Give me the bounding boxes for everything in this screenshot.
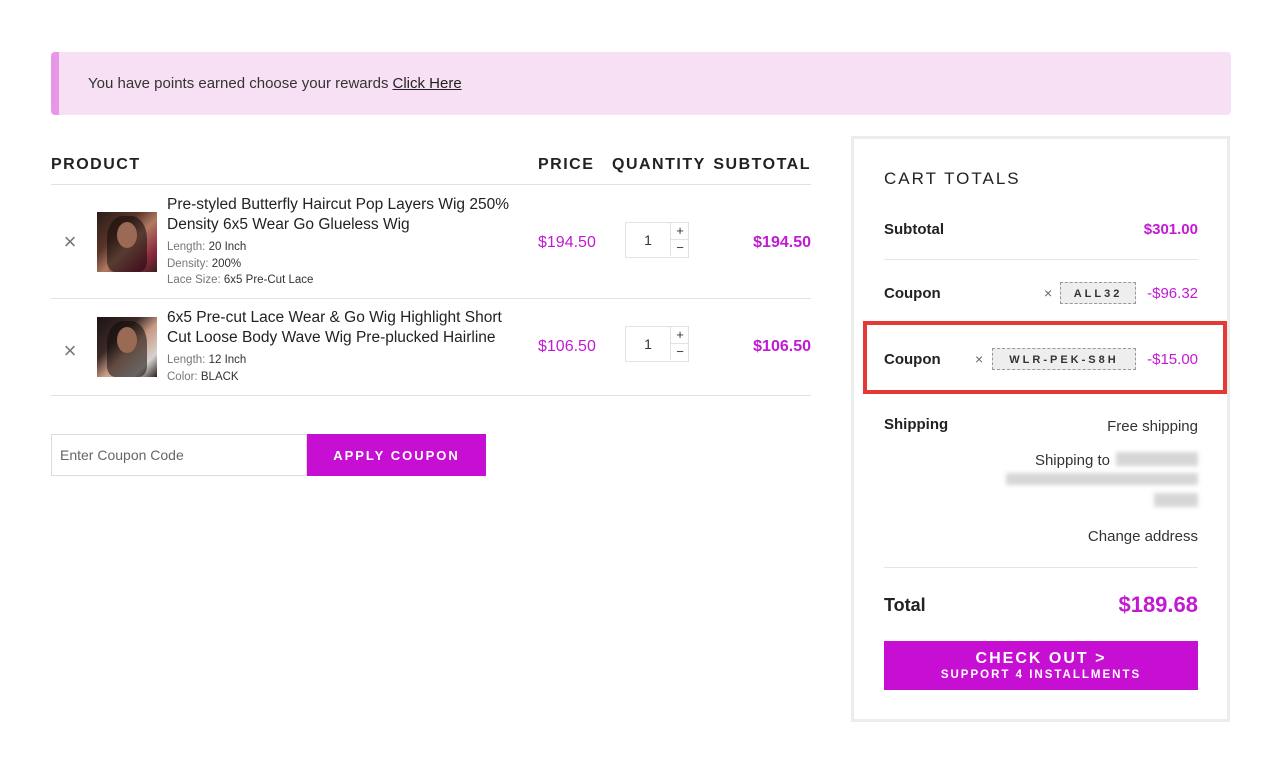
item-subtotal: $194.50 (753, 234, 811, 251)
remove-coupon-icon[interactable]: × (1044, 285, 1052, 301)
quantity-stepper[interactable]: 1 + − (625, 222, 689, 258)
item-subtotal: $106.50 (753, 338, 811, 355)
attr-value: 20 Inch (208, 241, 247, 253)
divider (884, 567, 1198, 568)
subtotal-label: Subtotal (884, 221, 944, 238)
product-attributes: Length: 20 Inch Density: 200% Lace Size:… (167, 239, 313, 289)
attr-label: Color: (167, 370, 198, 383)
rewards-link[interactable]: Click Here (392, 75, 461, 92)
coupon-label: Coupon (884, 285, 941, 302)
attr-length: Length: 20 Inch (167, 239, 313, 256)
coupon-amount: -$96.32 (1147, 285, 1198, 302)
attr-label: Density: (167, 257, 209, 270)
quantity-plus-button[interactable]: + (670, 327, 689, 344)
attr-label: Lace Size: (167, 274, 221, 286)
shipping-to-label: Shipping to (1034, 452, 1110, 469)
coupon-code-input[interactable] (51, 434, 307, 476)
attr-value: BLACK (200, 370, 239, 383)
attr-length: Length: 12 Inch (167, 352, 246, 369)
attr-value: 200% (211, 257, 242, 270)
installments-label: SUPPORT 4 INSTALLMENTS (940, 668, 1142, 681)
product-attributes: Length: 12 Inch Color: BLACK (167, 352, 246, 385)
attr-value: 6x5 Pre-Cut Lace (223, 274, 314, 286)
remove-item-icon[interactable]: × (61, 340, 79, 362)
product-name[interactable]: 6x5 Pre-cut Lace Wear & Go Wig Highlight… (167, 308, 527, 348)
item-price: $106.50 (538, 338, 596, 355)
divider (884, 259, 1198, 260)
attr-density: Density: 200% (167, 256, 313, 273)
shipping-row: Shipping Free shipping Shipping to Chang… (884, 416, 1198, 556)
header-product: PRODUCT (51, 156, 141, 173)
thumbnail-face (117, 327, 137, 353)
quantity-plus-button[interactable]: + (670, 223, 689, 240)
rewards-notice-text: You have points earned choose your rewar… (88, 75, 389, 92)
redacted-address (1006, 473, 1198, 485)
item-price: $194.50 (538, 234, 596, 251)
product-name[interactable]: Pre-styled Butterfly Haircut Pop Layers … (167, 195, 527, 235)
change-address-link[interactable]: Change address (1088, 528, 1198, 545)
header-price: PRICE (538, 156, 595, 173)
product-thumbnail[interactable] (97, 317, 157, 377)
subtotal-value: $301.00 (1143, 221, 1198, 238)
cart-table: PRODUCT PRICE QUANTITY SUBTOTAL × Pre-st… (51, 140, 811, 396)
coupon-code-badge: ALL32 (1060, 282, 1136, 304)
total-label: Total (884, 595, 926, 615)
attr-value: 12 Inch (208, 354, 247, 366)
table-row: × 6x5 Pre-cut Lace Wear & Go Wig Highlig… (51, 299, 811, 396)
quantity-minus-button[interactable]: − (670, 344, 689, 360)
total-value: $189.68 (1118, 592, 1198, 617)
table-row: × Pre-styled Butterfly Haircut Pop Layer… (51, 185, 811, 299)
table-header: PRODUCT PRICE QUANTITY SUBTOTAL (51, 140, 811, 185)
quantity-minus-button[interactable]: − (670, 240, 689, 256)
header-subtotal: SUBTOTAL (713, 156, 811, 173)
cart-totals-panel: CART TOTALS Subtotal $301.00 Coupon × AL… (851, 136, 1230, 722)
redacted-address (1116, 452, 1198, 466)
shipping-method: Free shipping (1107, 418, 1198, 435)
product-name-line: Pre-styled Butterfly Haircut Pop Layers … (167, 196, 509, 213)
attr-lace-size: Lace Size: 6x5 Pre-Cut Lace (167, 272, 313, 289)
attr-label: Length: (167, 241, 206, 253)
product-name-line: 6x5 Pre-cut Lace Wear & Go Wig Highlight… (167, 309, 502, 326)
attr-label: Length: (167, 354, 206, 366)
shipping-label: Shipping (884, 416, 949, 433)
apply-coupon-button[interactable]: APPLY COUPON (307, 434, 486, 476)
header-quantity: QUANTITY (612, 156, 706, 173)
attr-color: Color: BLACK (167, 369, 246, 386)
thumbnail-face (117, 222, 137, 248)
product-name-line: Cut Loose Body Wave Wig Pre-plucked Hair… (167, 329, 496, 346)
checkout-label: CHECK OUT > (975, 649, 1107, 667)
remove-item-icon[interactable]: × (61, 231, 79, 253)
quantity-value[interactable]: 1 (626, 223, 670, 257)
quantity-value[interactable]: 1 (626, 327, 670, 361)
product-name-line: Density 6x5 Wear Go Glueless Wig (167, 216, 410, 233)
highlight-box (863, 321, 1227, 394)
rewards-notice: You have points earned choose your rewar… (51, 52, 1231, 115)
redacted-address (1154, 493, 1198, 507)
product-thumbnail[interactable] (97, 212, 157, 272)
checkout-button[interactable]: CHECK OUT > SUPPORT 4 INSTALLMENTS (884, 641, 1198, 690)
cart-totals-title: CART TOTALS (884, 169, 1021, 188)
quantity-stepper[interactable]: 1 + − (625, 326, 689, 362)
